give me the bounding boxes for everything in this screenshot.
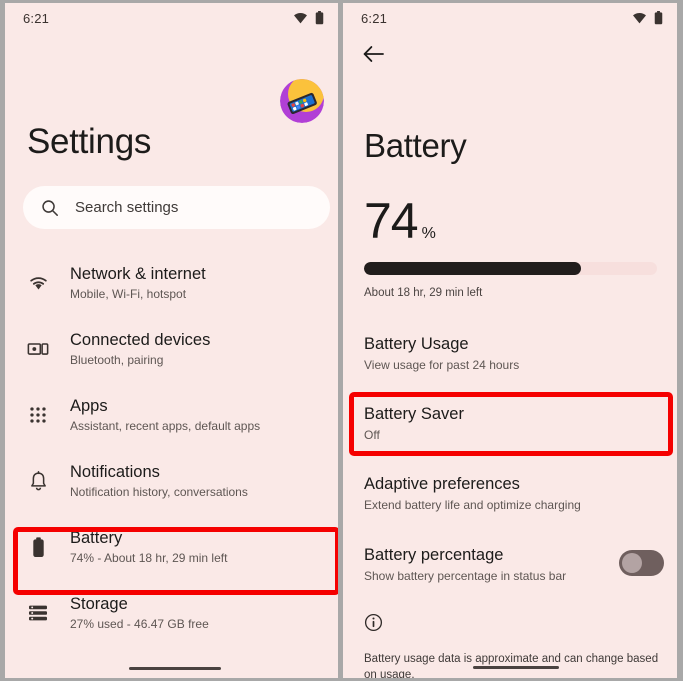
row-subtitle: Extend battery life and optimize chargin… bbox=[364, 498, 581, 512]
status-icon-group bbox=[293, 11, 324, 25]
sidebar-item-text: Storage 27% used - 46.47 GB free bbox=[70, 594, 209, 632]
status-icon-group bbox=[632, 11, 663, 25]
sidebar-item-text: Network & internet Mobile, Wi-Fi, hotspo… bbox=[70, 264, 206, 302]
settings-list: Network & internet Mobile, Wi-Fi, hotspo… bbox=[5, 250, 338, 646]
sidebar-item-subtitle: Assistant, recent apps, default apps bbox=[70, 419, 261, 433]
battery-percentage-toggle[interactable] bbox=[619, 550, 664, 576]
sidebar-item-text: Apps Assistant, recent apps, default app… bbox=[70, 396, 260, 434]
search-icon bbox=[41, 199, 59, 217]
sidebar-item-title: Connected devices bbox=[70, 331, 211, 349]
battery-usage-row[interactable]: Battery Usage View usage for past 24 hou… bbox=[364, 334, 664, 373]
page-title: Battery bbox=[364, 127, 467, 164]
row-title: Battery percentage bbox=[364, 546, 504, 564]
info-icon bbox=[364, 613, 383, 632]
home-gesture-bar[interactable] bbox=[129, 667, 221, 670]
sidebar-item-title: Storage bbox=[70, 595, 128, 613]
search-input[interactable]: Search settings bbox=[23, 186, 330, 229]
page-title: Settings bbox=[27, 122, 152, 161]
row-subtitle: Show battery percentage in status bar bbox=[364, 569, 567, 583]
row-text: Battery percentage Show battery percenta… bbox=[364, 545, 566, 584]
row-subtitle: Off bbox=[364, 428, 380, 442]
sidebar-item-apps[interactable]: Apps Assistant, recent apps, default app… bbox=[5, 382, 338, 448]
sidebar-item-subtitle: 74% - About 18 hr, 29 min left bbox=[70, 551, 228, 565]
sidebar-item-title: Apps bbox=[70, 397, 108, 415]
sidebar-item-subtitle: Bluetooth, pairing bbox=[70, 353, 164, 367]
connected-devices-icon bbox=[24, 341, 52, 358]
status-time: 6:21 bbox=[361, 10, 388, 26]
row-title: Battery Saver bbox=[364, 405, 464, 423]
sidebar-item-notifications[interactable]: Notifications Notification history, conv… bbox=[5, 448, 338, 514]
sidebar-item-text: Connected devices Bluetooth, pairing bbox=[70, 330, 210, 368]
wifi-icon bbox=[632, 12, 647, 24]
settings-screen: 6:21 Settings Search settings Network & … bbox=[5, 3, 338, 678]
wifi-icon bbox=[24, 275, 52, 291]
status-bar-right: 6:21 bbox=[343, 3, 677, 33]
dual-screenshot-container: 6:21 Settings Search settings Network & … bbox=[0, 0, 683, 681]
sidebar-item-title: Notifications bbox=[70, 463, 160, 481]
row-subtitle: View usage for past 24 hours bbox=[364, 358, 520, 372]
toggle-knob bbox=[622, 553, 642, 573]
battery-status-icon bbox=[315, 11, 324, 25]
sidebar-item-text: Notifications Notification history, conv… bbox=[70, 462, 248, 500]
battery-screen: 6:21 Battery 74 % About 18 hr, 29 min le… bbox=[343, 3, 677, 678]
percent-symbol: % bbox=[421, 225, 436, 242]
sidebar-item-subtitle: Notification history, conversations bbox=[70, 485, 248, 499]
battery-time-remaining: About 18 hr, 29 min left bbox=[364, 287, 483, 299]
search-placeholder: Search settings bbox=[75, 199, 179, 216]
sidebar-item-subtitle: Mobile, Wi-Fi, hotspot bbox=[70, 287, 187, 301]
sidebar-item-text: Battery 74% - About 18 hr, 29 min left bbox=[70, 528, 227, 566]
home-gesture-bar[interactable] bbox=[473, 666, 559, 669]
battery-level-fill bbox=[364, 262, 581, 275]
battery-level-bar bbox=[364, 262, 657, 275]
battery-icon bbox=[24, 536, 52, 558]
battery-percentage-display: 74 % bbox=[364, 195, 436, 247]
sidebar-item-subtitle: 27% used - 46.47 GB free bbox=[70, 617, 209, 631]
wifi-icon bbox=[293, 12, 308, 24]
footer-note: Battery usage data is approximate and ca… bbox=[364, 653, 659, 678]
battery-percentage-row[interactable]: Battery percentage Show battery percenta… bbox=[364, 545, 664, 584]
sidebar-item-network[interactable]: Network & internet Mobile, Wi-Fi, hotspo… bbox=[5, 250, 338, 316]
sidebar-item-storage[interactable]: Storage 27% used - 46.47 GB free bbox=[5, 580, 338, 646]
sidebar-item-battery[interactable]: Battery 74% - About 18 hr, 29 min left bbox=[5, 514, 338, 580]
apps-grid-icon bbox=[24, 406, 52, 424]
back-arrow-icon[interactable] bbox=[361, 41, 387, 67]
adaptive-preferences-row[interactable]: Adaptive preferences Extend battery life… bbox=[364, 474, 664, 513]
row-title: Battery Usage bbox=[364, 335, 469, 353]
battery-status-icon bbox=[654, 11, 663, 25]
status-bar-left: 6:21 bbox=[5, 3, 338, 33]
battery-percentage-value: 74 bbox=[364, 193, 419, 249]
row-title: Adaptive preferences bbox=[364, 475, 520, 493]
sidebar-item-title: Battery bbox=[70, 529, 123, 547]
sidebar-item-title: Network & internet bbox=[70, 265, 206, 283]
status-time: 6:21 bbox=[23, 10, 50, 26]
storage-icon bbox=[24, 604, 52, 622]
bell-icon bbox=[24, 470, 52, 492]
battery-saver-row[interactable]: Battery Saver Off bbox=[364, 404, 664, 443]
avatar[interactable] bbox=[280, 79, 324, 123]
sidebar-item-connected-devices[interactable]: Connected devices Bluetooth, pairing bbox=[5, 316, 338, 382]
